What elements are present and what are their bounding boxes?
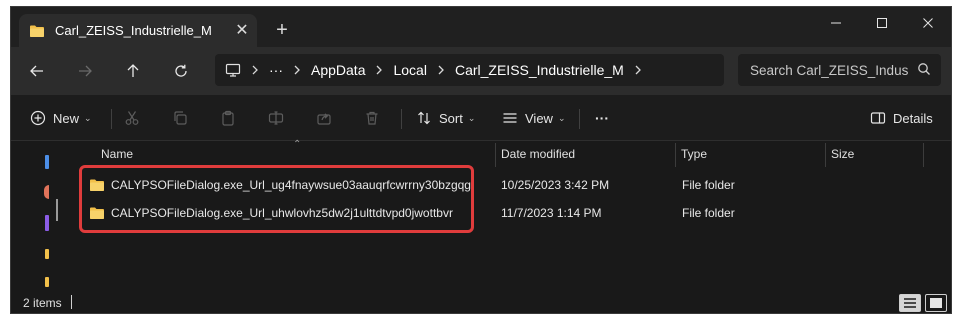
new-label: New bbox=[53, 110, 80, 126]
file-date-modified: 11/7/2023 1:14 PM bbox=[501, 206, 602, 220]
file-date-modified: 10/25/2023 3:42 PM bbox=[501, 178, 610, 192]
breadcrumb-more[interactable]: ··· bbox=[269, 62, 283, 78]
sort-button[interactable]: Sort ⌄ bbox=[413, 106, 475, 130]
command-bar: New ⌄ Sort ⌄ View ⌄ ··· Details bbox=[11, 95, 951, 141]
minimize-button[interactable] bbox=[813, 7, 859, 39]
view-button[interactable]: View ⌄ bbox=[499, 106, 566, 130]
details-label: Details bbox=[893, 110, 933, 126]
details-view-icon bbox=[904, 298, 916, 308]
column-divider[interactable] bbox=[495, 143, 496, 167]
file-type: File folder bbox=[682, 178, 735, 192]
chevron-right-icon bbox=[293, 65, 301, 75]
item-count: 2 items bbox=[23, 296, 62, 310]
sort-ascending-icon: ⌃ bbox=[293, 139, 302, 150]
arrow-up-icon bbox=[127, 64, 139, 77]
breadcrumb-local[interactable]: Local bbox=[393, 62, 426, 78]
navigation-bar: ··· AppData Local Carl_ZEISS_Industriell… bbox=[11, 47, 951, 95]
view-label: View bbox=[525, 110, 553, 126]
file-type: File folder bbox=[682, 206, 735, 220]
nav-pane-icon bbox=[45, 277, 49, 287]
cut-button[interactable] bbox=[121, 106, 143, 130]
sort-label: Sort bbox=[439, 110, 463, 126]
list-view-icon bbox=[499, 107, 521, 129]
nav-pane-icon bbox=[45, 155, 49, 169]
breadcrumb-appdata[interactable]: AppData bbox=[311, 62, 365, 78]
column-type[interactable]: Type bbox=[681, 143, 707, 165]
close-window-button[interactable] bbox=[905, 7, 951, 39]
nav-pane-icon bbox=[44, 185, 49, 199]
chevron-down-icon: ⌄ bbox=[84, 112, 92, 123]
tiles-view-toggle[interactable] bbox=[925, 294, 947, 312]
maximize-button[interactable] bbox=[859, 7, 905, 39]
selection-highlight-box bbox=[79, 165, 474, 233]
column-divider[interactable] bbox=[825, 143, 826, 167]
column-divider[interactable] bbox=[675, 143, 676, 167]
nav-pane-icon bbox=[45, 215, 49, 231]
new-tab-button[interactable]: + bbox=[269, 17, 295, 43]
paste-button[interactable] bbox=[217, 106, 239, 130]
column-date-modified[interactable]: Date modified bbox=[501, 143, 575, 165]
chevron-down-icon: ⌄ bbox=[557, 112, 566, 123]
up-button[interactable] bbox=[121, 59, 145, 83]
column-size[interactable]: Size bbox=[831, 143, 854, 165]
address-bar[interactable]: ··· AppData Local Carl_ZEISS_Industriell… bbox=[215, 54, 724, 86]
new-button[interactable]: New ⌄ bbox=[27, 106, 92, 130]
share-icon bbox=[313, 107, 335, 129]
nav-pane-scrollbar[interactable] bbox=[56, 199, 58, 221]
tab-label: Carl_ZEISS_Industrielle_M bbox=[55, 23, 212, 38]
breadcrumb-current-folder[interactable]: Carl_ZEISS_Industrielle_M bbox=[455, 62, 624, 78]
column-headers: ⌃ Name Date modified Type Size bbox=[73, 139, 943, 167]
divider bbox=[401, 109, 402, 129]
minimize-icon bbox=[831, 22, 841, 24]
maximize-icon bbox=[877, 18, 887, 28]
trash-icon bbox=[361, 107, 383, 129]
delete-button[interactable] bbox=[361, 106, 383, 130]
details-pane-button[interactable]: Details bbox=[867, 106, 933, 130]
see-more-button[interactable]: ··· bbox=[595, 106, 609, 130]
scissors-icon bbox=[121, 107, 143, 129]
file-explorer-window: Carl_ZEISS_Industrielle_M ✕ + ··· AppDat… bbox=[10, 6, 952, 314]
navigation-pane[interactable] bbox=[11, 141, 71, 287]
refresh-icon bbox=[175, 64, 187, 77]
nav-pane-icon bbox=[45, 249, 49, 259]
details-view-toggle[interactable] bbox=[899, 294, 921, 312]
status-bar: 2 items bbox=[11, 291, 951, 313]
chevron-right-icon bbox=[251, 65, 259, 75]
chevron-right-icon bbox=[375, 65, 383, 75]
arrow-left-icon bbox=[30, 65, 43, 77]
details-pane-icon bbox=[867, 107, 889, 129]
arrow-right-icon bbox=[79, 65, 92, 77]
back-button[interactable] bbox=[25, 59, 49, 83]
title-bar: Carl_ZEISS_Industrielle_M ✕ + bbox=[11, 7, 951, 47]
clipboard-icon bbox=[217, 107, 239, 129]
chevron-right-icon[interactable] bbox=[634, 65, 642, 75]
search-input[interactable]: Search Carl_ZEISS_Indus bbox=[750, 63, 910, 78]
folder-icon bbox=[30, 25, 44, 37]
copy-button[interactable] bbox=[169, 106, 191, 130]
divider bbox=[111, 109, 112, 129]
copy-icon bbox=[169, 107, 191, 129]
plus-circle-icon bbox=[27, 107, 49, 129]
sort-icon bbox=[413, 107, 435, 129]
refresh-button[interactable] bbox=[169, 59, 193, 83]
close-icon bbox=[923, 18, 933, 28]
chevron-down-icon: ⌄ bbox=[467, 112, 476, 123]
column-divider[interactable] bbox=[923, 143, 924, 167]
chevron-right-icon bbox=[437, 65, 445, 75]
forward-button[interactable] bbox=[73, 59, 97, 83]
rename-icon bbox=[265, 107, 287, 129]
monitor-icon bbox=[225, 63, 241, 77]
tab-close-icon[interactable]: ✕ bbox=[231, 19, 253, 41]
search-box[interactable]: Search Carl_ZEISS_Indus bbox=[738, 54, 941, 86]
search-icon bbox=[918, 63, 930, 75]
tab-current-folder[interactable]: Carl_ZEISS_Industrielle_M ✕ bbox=[19, 14, 257, 47]
column-name[interactable]: Name bbox=[101, 143, 133, 165]
share-button[interactable] bbox=[313, 106, 335, 130]
rename-button[interactable] bbox=[265, 106, 287, 130]
status-divider bbox=[71, 295, 72, 309]
tiles-view-icon bbox=[930, 298, 942, 308]
divider bbox=[579, 109, 580, 129]
